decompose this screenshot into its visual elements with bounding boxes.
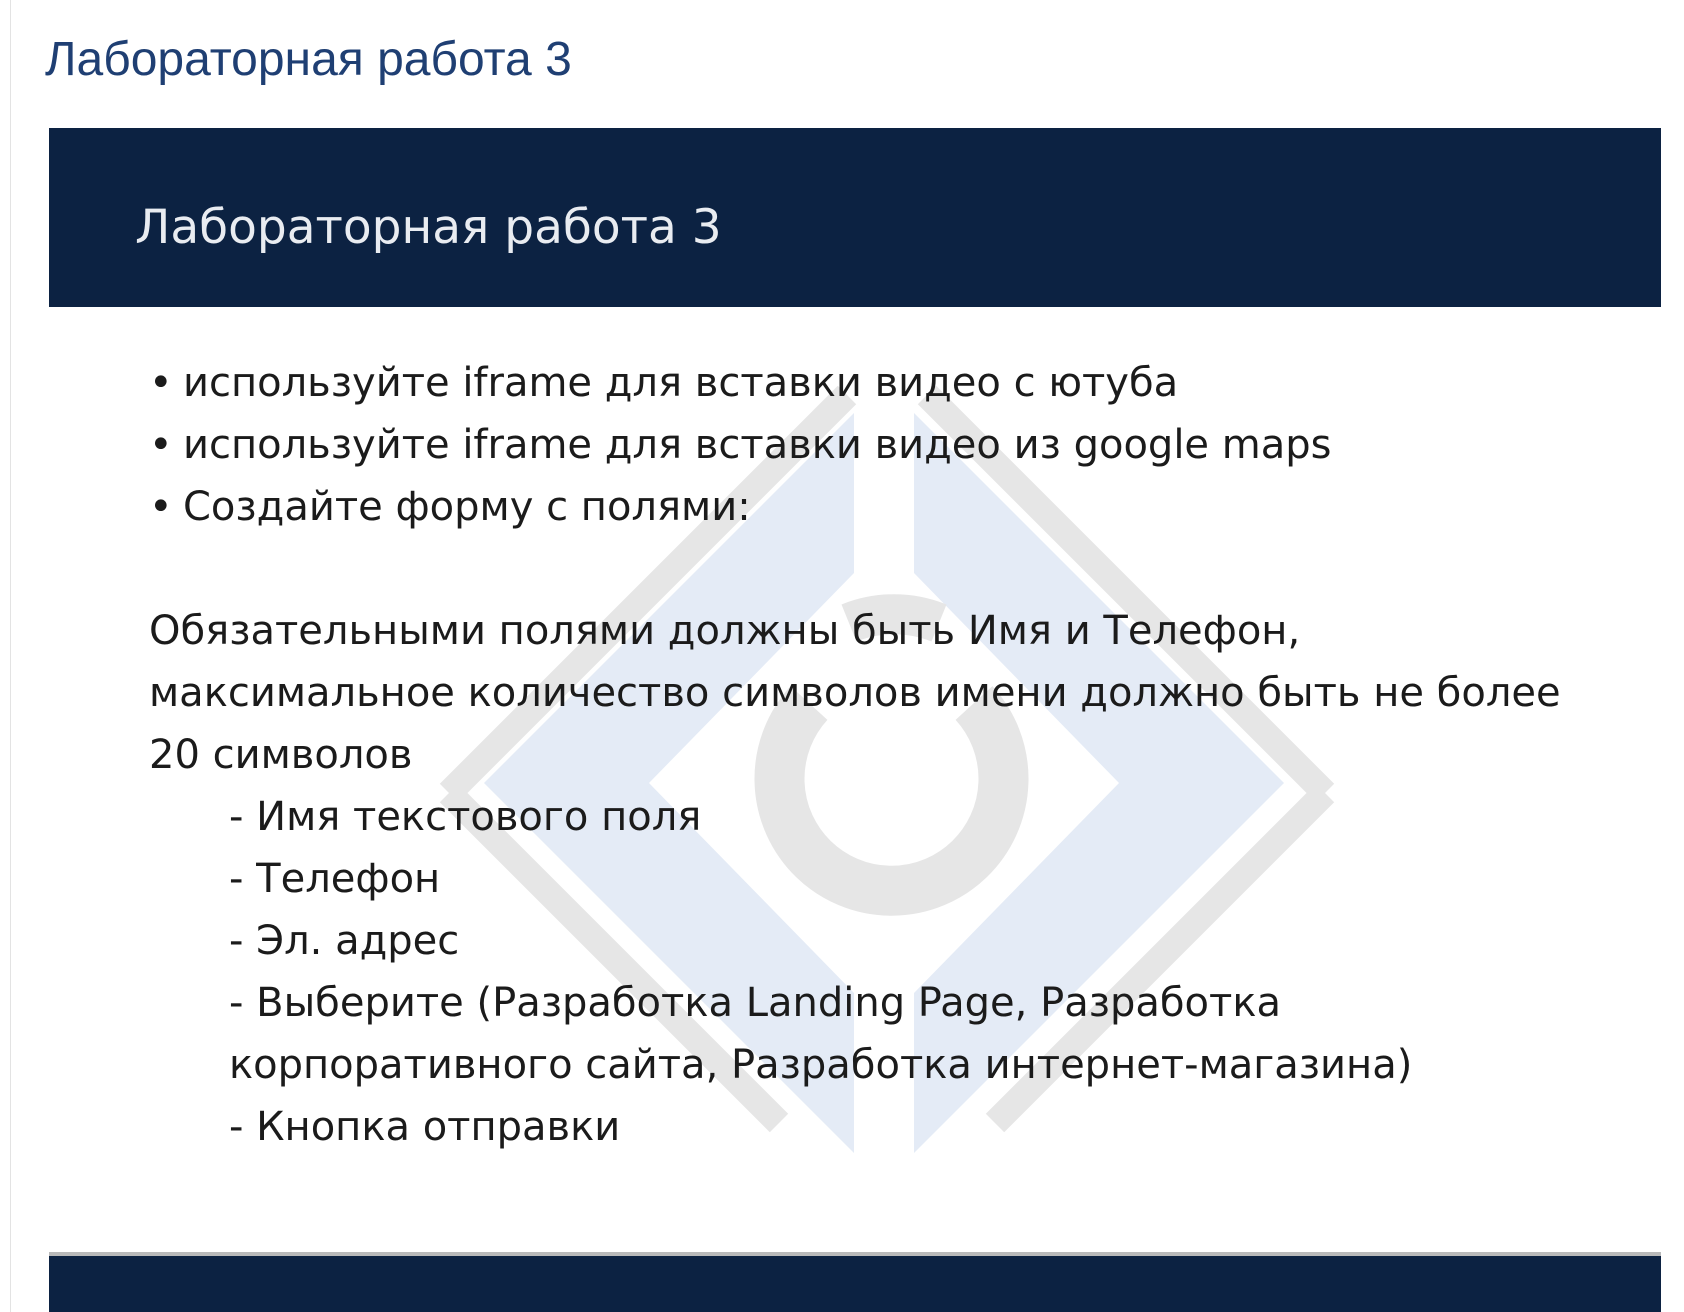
required-fields-note: Обязательными полями должны быть Имя и Т… — [149, 608, 1561, 778]
bullet-icon: • — [149, 484, 173, 530]
list-item: • используйте iframe для вставки видео с… — [149, 352, 1579, 414]
form-field-item: - Выберите (Разработка Landing Page, Раз… — [229, 980, 1413, 1088]
list-item: • используйте iframe для вставки видео и… — [149, 414, 1579, 476]
page-left-border — [10, 0, 11, 1312]
list-item-text: используйте iframe для вставки видео с ю… — [183, 360, 1179, 406]
task-list: • используйте iframe для вставки видео с… — [149, 352, 1579, 538]
slide-header: Лабораторная работа 3 — [49, 128, 1661, 307]
bullet-icon: • — [149, 422, 173, 468]
form-field-item: - Имя текстового поля — [229, 794, 702, 840]
lecture-slide: Лабораторная работа 3 • используйте ifra… — [49, 128, 1661, 1312]
slide-title: Лабораторная работа 3 — [135, 200, 722, 255]
page-title: Лабораторная работа 3 — [45, 33, 572, 86]
form-field-item: - Эл. адрес — [229, 918, 460, 964]
list-item-text: Создайте форму с полями: — [183, 484, 751, 530]
form-field-item: - Телефон — [229, 856, 441, 902]
form-fields-list: - Имя текстового поля - Телефон - Эл. ад… — [149, 786, 1579, 1158]
next-slide-header — [49, 1252, 1661, 1312]
slide-body: • используйте iframe для вставки видео с… — [149, 352, 1579, 1158]
form-field-item: - Кнопка отправки — [229, 1104, 621, 1150]
list-item: • Создайте форму с полями: — [149, 476, 1579, 538]
list-item-text: используйте iframe для вставки видео из … — [183, 422, 1332, 468]
bullet-icon: • — [149, 360, 173, 406]
